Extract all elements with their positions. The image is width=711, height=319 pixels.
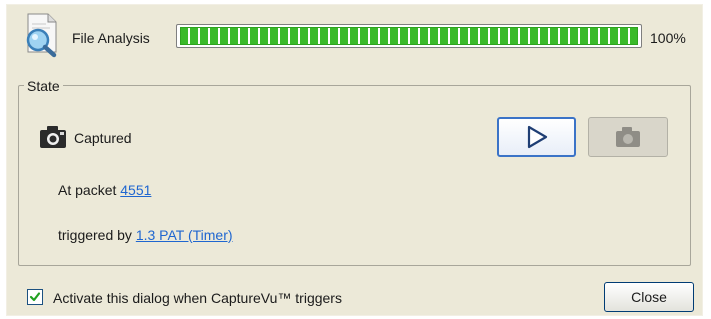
packet-prefix: At packet xyxy=(58,182,121,198)
trigger-line: triggered by 1.3 PAT (Timer) xyxy=(58,227,233,243)
file-analysis-label: File Analysis xyxy=(72,30,150,46)
capture-status: Captured xyxy=(74,130,132,146)
trigger-prefix: triggered by xyxy=(58,227,136,243)
progress-percent: 100% xyxy=(650,30,686,46)
camera-icon xyxy=(616,127,640,147)
trigger-link[interactable]: 1.3 PAT (Timer) xyxy=(136,227,233,243)
packet-line: At packet 4551 xyxy=(58,182,151,198)
state-legend: State xyxy=(24,78,63,94)
document-magnifier-icon xyxy=(18,12,66,58)
snapshot-button[interactable] xyxy=(588,117,668,157)
camera-icon xyxy=(38,124,68,150)
play-button[interactable] xyxy=(497,117,576,157)
checkmark-icon xyxy=(29,292,41,302)
play-icon xyxy=(527,125,547,149)
close-button[interactable]: Close xyxy=(604,282,694,312)
file-analysis-progress-bar xyxy=(176,24,642,48)
packet-number-link[interactable]: 4551 xyxy=(120,182,151,198)
progress-fill xyxy=(180,27,638,45)
activate-dialog-label[interactable]: Activate this dialog when CaptureVu™ tri… xyxy=(53,290,342,306)
activate-dialog-checkbox[interactable] xyxy=(27,289,43,305)
